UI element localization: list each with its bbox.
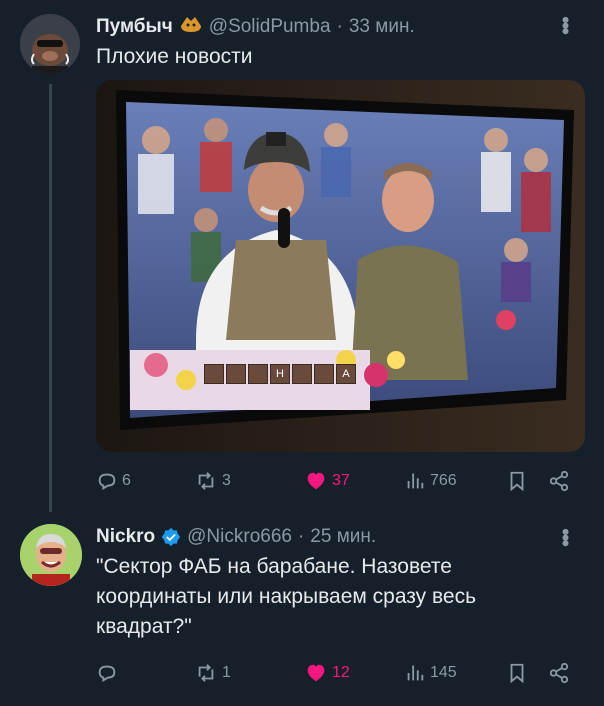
author-name[interactable]: Пумбыч: [96, 16, 173, 38]
author-name[interactable]: Nickro: [96, 526, 155, 548]
bookmark-button[interactable]: [506, 470, 528, 492]
board-cell: [204, 364, 224, 384]
tweet-text: Плохие новости: [96, 45, 253, 68]
views-icon: [407, 473, 424, 489]
reply-button[interactable]: [96, 662, 122, 684]
board-cell: [248, 364, 268, 384]
share-icon: [549, 470, 569, 492]
more-icon[interactable]: •••: [553, 16, 578, 33]
like-button[interactable]: 12: [304, 662, 350, 684]
tweet-time[interactable]: 25 мин.: [310, 526, 376, 548]
board-cell: Н: [270, 364, 290, 384]
more-icon[interactable]: •••: [553, 528, 578, 545]
tweet-time[interactable]: 33 мин.: [349, 16, 415, 38]
retweet-button[interactable]: 1: [194, 662, 231, 684]
verified-badge-icon: [161, 527, 181, 547]
author-handle[interactable]: @Nickro666: [187, 526, 292, 548]
tweet-actions: 6 3 37 766: [96, 470, 576, 496]
avatar[interactable]: [20, 14, 80, 74]
like-count: 12: [332, 664, 350, 681]
tweet-text-line: квадрат?": [96, 615, 192, 638]
bookmark-button[interactable]: [506, 662, 528, 684]
reply-icon: [98, 665, 116, 682]
pig-emoji-icon: [179, 14, 203, 39]
heart-icon: [307, 664, 325, 682]
board-cell: [292, 364, 312, 384]
retweet-button[interactable]: 3: [194, 470, 231, 492]
like-count: 37: [332, 472, 350, 489]
board-cell: [314, 364, 334, 384]
share-button[interactable]: [548, 662, 570, 684]
views-count: 766: [430, 472, 457, 489]
tv-screen-photo: [96, 80, 585, 452]
thread-connector-line: [49, 84, 52, 512]
heart-icon: [307, 472, 325, 490]
bookmark-icon: [510, 663, 524, 684]
views-count: 145: [430, 664, 457, 681]
reply-icon: [98, 473, 116, 490]
retweet-count: 3: [222, 472, 231, 489]
share-button[interactable]: [548, 470, 570, 492]
board-cell: А: [336, 364, 356, 384]
word-board: Н А: [204, 364, 356, 384]
separator-dot: ·: [297, 526, 305, 547]
views-button[interactable]: 766: [404, 470, 457, 492]
share-icon: [549, 662, 569, 684]
avatar[interactable]: [20, 524, 82, 586]
tweet-header: Пумбыч @SolidPumba · 33 мин.: [96, 14, 415, 39]
retweet-icon: [198, 472, 214, 490]
reply-button[interactable]: 6: [96, 470, 131, 492]
tweet-header: Nickro @Nickro666 · 25 мин.: [96, 526, 376, 548]
separator-dot: ·: [336, 15, 343, 37]
tweet-text-line: "Сектор ФАБ на барабане. Назовете: [96, 555, 452, 578]
bookmark-icon: [510, 471, 524, 492]
views-icon: [407, 665, 424, 681]
retweet-icon: [198, 664, 214, 682]
tweet-text: "Сектор ФАБ на барабане. Назовете коорди…: [96, 552, 476, 642]
reply-count: 6: [122, 472, 131, 489]
retweet-count: 1: [222, 664, 231, 681]
board-cell: [226, 364, 246, 384]
tweet-actions: 1 12 145: [96, 662, 576, 688]
like-button[interactable]: 37: [304, 470, 350, 492]
author-handle[interactable]: @SolidPumba: [209, 16, 331, 38]
tweet-text-line: координаты или накрываем сразу весь: [96, 585, 477, 608]
tweet-image[interactable]: Н А: [96, 80, 585, 452]
views-button[interactable]: 145: [404, 662, 457, 684]
